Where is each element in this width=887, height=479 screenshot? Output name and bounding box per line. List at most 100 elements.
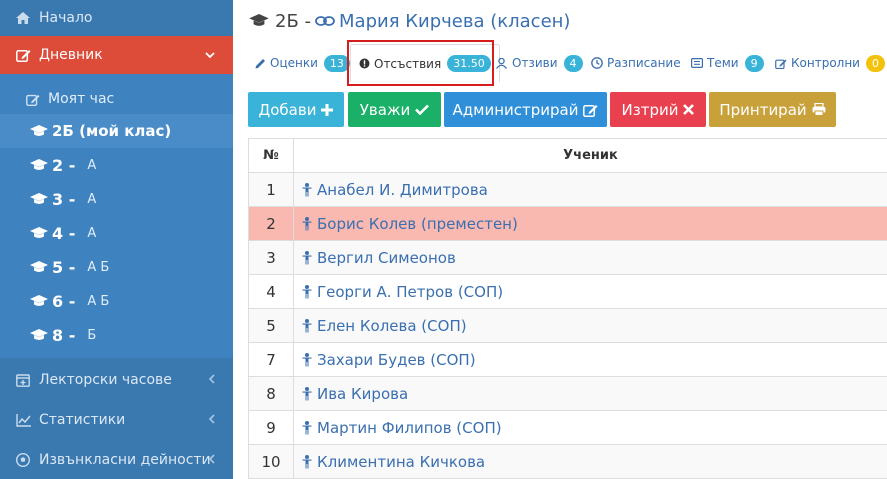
class-letters: А [87,157,97,173]
tab-tests[interactable]: Контролни 0 [775,44,885,82]
table-row: 2 Борис Колев (преместен) [248,207,887,241]
sidebar-item-class[interactable]: 6 - А Б [0,284,233,318]
graduation-cap-icon [249,11,269,32]
student-link[interactable]: Захари Будев (СОП) [294,343,887,376]
pencil-icon [255,58,266,69]
sidebar-item-label: Начало [39,10,93,26]
table-row: 3 Вергил Симеонов [248,241,887,275]
student-name: Анабел И. Димитрова [317,180,488,199]
row-number: 3 [248,241,294,274]
sidebar-item-diary[interactable]: Дневник [0,36,233,74]
clock-icon [591,57,603,69]
sidebar-item-class[interactable]: 5 - А Б [0,250,233,284]
graduation-cap-icon [30,193,48,205]
tab-badge: 9 [744,54,764,72]
close-icon [683,104,695,115]
student-name: Захари Будев (СОП) [317,350,476,369]
table-row: 9 Мартин Филипов (СОП) [248,411,887,445]
sidebar-item-lecture-hours[interactable]: Лекторски часове [0,360,233,400]
sidebar-item-extracurricular[interactable]: Извънкласни дейности [0,440,233,479]
student-name: Вергил Симеонов [317,248,456,267]
diary-submenu: Моят час 2Б (мой клас) 2 - А 3 - А 4 - А… [0,74,233,358]
student-name: Елен Колева (СОП) [317,316,467,335]
person-icon [302,318,312,333]
student-link[interactable]: Борис Колев (преместен) [294,207,887,240]
plus-icon [321,103,334,116]
highlight-box [347,40,494,86]
chevron-left-icon [208,413,215,428]
add-button[interactable]: Добави [248,92,344,127]
student-link[interactable]: Вергил Симеонов [294,241,887,274]
tab-reviews[interactable]: Отзиви 4 [495,44,583,82]
sidebar-item-label: Моят час [48,91,115,107]
tab-topics[interactable]: Теми 9 [691,44,764,82]
column-header-number: № [248,139,294,172]
students-table: № Ученик 1 Анабел И. Димитрова 2 Борис К… [248,138,887,479]
student-link[interactable]: Анабел И. Димитрова [294,173,887,206]
tab-grades[interactable]: Оценки 13 [255,44,350,82]
student-link[interactable]: Климентина Кичкова [294,445,887,478]
graduation-cap-icon [30,295,48,307]
graduation-cap-icon [30,329,48,341]
person-icon [302,454,312,469]
list-icon [691,58,703,68]
student-name: Климентина Кичкова [317,452,486,471]
print-button[interactable]: Принтирай [709,92,836,127]
class-grade: 4 - [52,223,76,243]
check-icon [415,104,430,115]
person-icon [302,420,312,435]
student-link[interactable]: Елен Колева (СОП) [294,309,887,342]
graduation-cap-icon [30,261,48,273]
edit-icon [583,103,598,117]
button-label: Уважи [359,100,411,119]
sidebar-item-my-class[interactable]: 2Б (мой клас) [0,114,233,148]
student-name: Мартин Филипов (СОП) [317,418,502,437]
sidebar-item-statistics[interactable]: Статистики [0,400,233,440]
person-icon [302,284,312,299]
chevron-left-icon [208,453,215,468]
delete-button[interactable]: Изтрий [610,92,706,127]
tab-label: Контролни [791,56,860,70]
table-header-row: № Ученик [248,139,887,173]
sidebar-item-class[interactable]: 8 - Б [0,318,233,352]
button-label: Администрирай [452,100,579,119]
person-icon [302,216,312,231]
button-label: Добави [258,100,317,119]
administer-button[interactable]: Администрирай [444,92,607,127]
class-letters: А Б [87,259,110,275]
chevron-left-icon [208,373,215,388]
class-letters: А [87,225,97,241]
tab-label: Отзиви [512,56,558,70]
person-icon [302,250,312,265]
graduation-cap-icon [30,227,48,239]
calendar-plus-icon [15,373,31,387]
teacher-name-link[interactable]: Мария Кирчева (класен) [339,11,570,32]
student-link[interactable]: Георги А. Петров (СОП) [294,275,887,308]
edit-icon [24,93,42,106]
tab-label: Разписание [607,56,681,70]
class-letters: А [87,191,97,207]
row-number: 9 [248,411,294,444]
sidebar-item-class[interactable]: 2 - А [0,148,233,182]
student-link[interactable]: Ива Кирова [294,377,887,410]
printer-icon [812,103,826,116]
student-link[interactable]: Мартин Филипов (СОП) [294,411,887,444]
class-letters: А Б [87,293,110,309]
graduation-cap-icon [30,159,48,171]
chevron-down-icon [205,48,215,63]
column-header-student: Ученик [563,148,618,163]
table-row: 10 Климентина Кичкова [248,445,887,479]
link-icon [315,12,335,32]
sidebar-item-home[interactable]: Начало [0,0,233,36]
row-number: 1 [248,173,294,206]
line-chart-icon [15,413,31,427]
tab-schedule[interactable]: Разписание [591,44,681,82]
sidebar-item-class[interactable]: 3 - А [0,182,233,216]
button-label: Принтирай [719,100,807,119]
graduation-cap-icon [30,125,48,137]
class-grade: 8 - [52,325,76,345]
sidebar-item-my-hour[interactable]: Моят час [0,82,233,116]
class-prefix: 2Б - [275,11,312,32]
sidebar-item-class[interactable]: 4 - А [0,216,233,250]
excuse-button[interactable]: Уважи [348,92,441,127]
